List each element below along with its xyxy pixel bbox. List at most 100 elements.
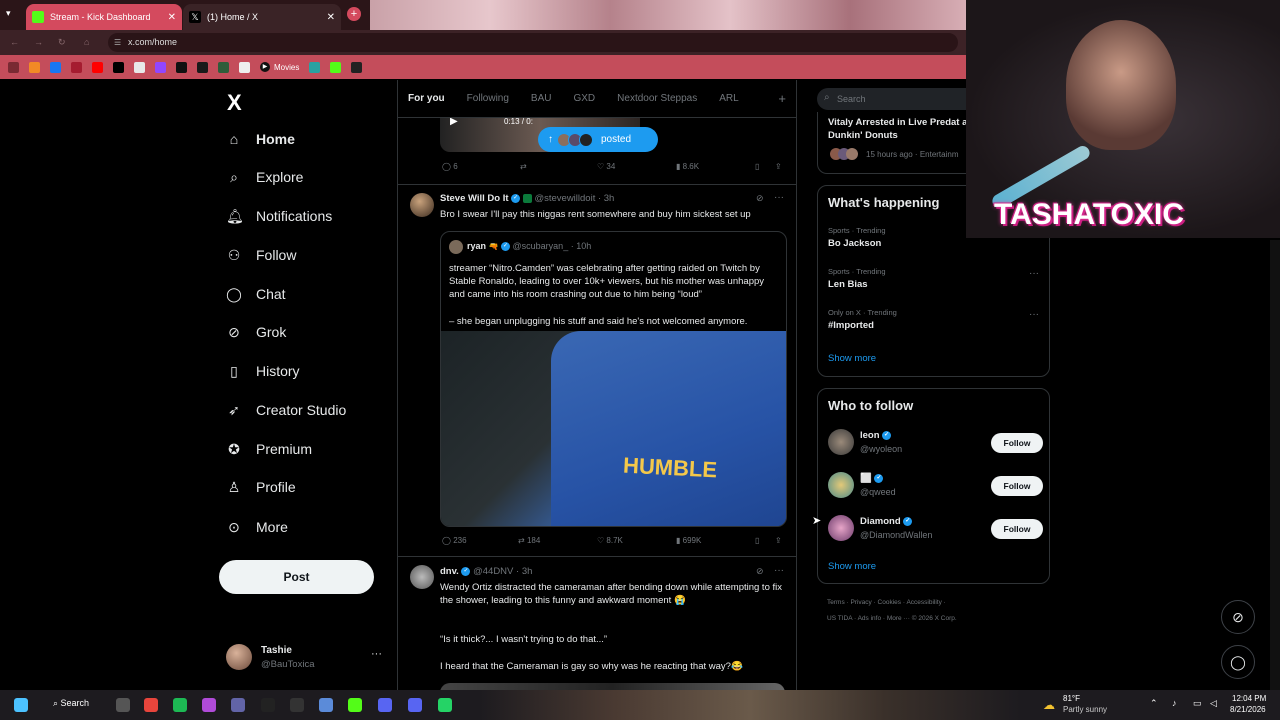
back-icon[interactable]: ← — [10, 37, 19, 47]
footer-links[interactable]: US TIDA · Ads info · More ··· © 2026 X C… — [827, 615, 957, 622]
tab-bau[interactable]: BAU — [531, 93, 552, 104]
follow-suggestion[interactable]: leon ✓ @wyoleon Follow — [828, 427, 1043, 457]
views-button[interactable]: ▮ 8.6K — [676, 162, 699, 171]
more-dots-icon[interactable]: ··· — [1029, 268, 1039, 279]
post[interactable]: dnv. ✓ @44DNV · 3h ⊘ ··· Wendy Ortiz dis… — [398, 557, 796, 690]
nav-explore[interactable]: ⌕ Explore — [226, 163, 303, 191]
new-tab-button[interactable]: + — [347, 7, 361, 21]
share-icon[interactable]: ⇪ — [775, 162, 782, 171]
windows-start-icon[interactable] — [14, 698, 28, 712]
volume-icon[interactable]: ◁ — [1210, 698, 1217, 709]
search-input[interactable]: ⌕ Search — [817, 88, 987, 110]
share-icon[interactable]: ⇪ — [775, 536, 782, 545]
clock-date[interactable]: 8/21/2026 — [1230, 705, 1266, 714]
account-switcher[interactable]: Tashie @BauToxica ··· — [226, 642, 391, 676]
tab-gxd[interactable]: GXD — [573, 93, 595, 104]
like-button[interactable]: ♡ 34 — [597, 162, 615, 171]
tab-for-you[interactable]: For you — [408, 93, 445, 104]
reply-button[interactable]: ◯ 236 — [442, 536, 467, 545]
nav-home[interactable]: ⌂ Home — [226, 125, 295, 153]
author-handle[interactable]: @44DNV — [473, 566, 513, 577]
facebook-icon[interactable] — [50, 61, 61, 73]
repost-button[interactable]: ⇄ 184 — [518, 536, 540, 545]
grok-icon[interactable]: ⊘ — [756, 193, 764, 204]
follow-suggestion[interactable]: Diamond ✓ @DiamondWallen Follow — [828, 513, 1043, 543]
author-handle[interactable]: @stevewilldoit — [534, 193, 595, 204]
bookmark-icon[interactable] — [351, 61, 363, 73]
post-button[interactable]: Post — [219, 560, 374, 594]
quoted-post[interactable]: ryan 🔫 ✓ @scubaryan_ · 10h streamer “Nit… — [440, 231, 787, 527]
author-name[interactable]: Steve Will Do It — [440, 193, 509, 204]
nav-chat[interactable]: ◯ Chat — [226, 280, 285, 308]
close-icon[interactable]: ✕ — [327, 12, 335, 23]
scrollbar[interactable] — [1270, 240, 1280, 690]
tab-kick-dashboard[interactable]: Stream - Kick Dashboard ✕ — [26, 4, 182, 30]
quote-media[interactable]: HUMBLE — [441, 331, 786, 526]
author-name[interactable]: dnv. — [440, 566, 459, 577]
show-more-link[interactable]: Show more — [828, 353, 876, 364]
bookmark-icon[interactable]: ▯ — [755, 536, 759, 545]
nav-premium[interactable]: ✪ Premium — [226, 435, 312, 463]
follow-button[interactable]: Follow — [991, 519, 1043, 539]
grok-icon[interactable]: ⊘ — [756, 566, 764, 577]
reload-icon[interactable]: ↻ — [58, 37, 66, 48]
tab-following[interactable]: Following — [467, 93, 509, 104]
trend-item[interactable]: Only on X · Trending #Imported — [828, 308, 1038, 331]
notepad-icon[interactable] — [319, 698, 333, 712]
task-view-icon[interactable] — [116, 698, 130, 712]
bookmark-icon[interactable] — [218, 61, 229, 73]
clock-time[interactable]: 12:04 PM — [1232, 694, 1266, 703]
follow-button[interactable]: Follow — [991, 433, 1043, 453]
avatar[interactable] — [410, 193, 434, 217]
whatsapp-icon[interactable] — [438, 698, 452, 712]
taskbar-search[interactable]: ⌕ Search — [53, 698, 89, 709]
home-icon[interactable]: ⌂ — [84, 37, 89, 47]
kick-icon[interactable] — [113, 61, 124, 73]
bookmark-icon[interactable] — [71, 61, 82, 73]
more-dots-icon[interactable]: ··· — [1029, 309, 1039, 320]
grok-button[interactable]: ⊘ — [1221, 600, 1255, 634]
bookmark-icon[interactable] — [330, 61, 342, 73]
site-info-icon[interactable]: ☰ — [114, 33, 121, 52]
nav-history[interactable]: ▯ History — [226, 357, 299, 385]
close-icon[interactable]: ✕ — [168, 12, 176, 23]
x-logo-icon[interactable]: X — [227, 90, 242, 116]
spotify-icon[interactable] — [173, 698, 187, 712]
views-button[interactable]: ▮ 699K — [676, 536, 701, 545]
app-icon[interactable] — [202, 698, 216, 712]
tab-arl[interactable]: ARL — [719, 93, 738, 104]
obs-icon[interactable] — [261, 698, 275, 712]
app-icon[interactable] — [290, 698, 304, 712]
discord-icon[interactable] — [378, 698, 392, 712]
more-dots-icon[interactable]: ··· — [774, 565, 784, 576]
bookmark-movies[interactable]: ▶ Movies — [260, 62, 299, 72]
new-posts-pill[interactable]: ↑ posted — [538, 127, 658, 152]
more-dots-icon[interactable]: ··· — [774, 192, 784, 203]
like-button[interactable]: ♡ 8.7K — [597, 536, 623, 545]
chevron-up-icon[interactable]: ⌃ — [1150, 698, 1158, 709]
bookmark-icon[interactable] — [239, 61, 250, 73]
footer-links[interactable]: Terms · Privacy · Cookies · Accessibilit… — [827, 599, 946, 606]
nav-follow[interactable]: ⚇ Follow — [226, 241, 297, 269]
bookmark-icon[interactable]: ▯ — [755, 162, 759, 171]
tab-nextdoor-steppas[interactable]: Nextdoor Steppas — [617, 93, 697, 104]
youtube-icon[interactable] — [92, 61, 103, 73]
url-input[interactable]: ☰ x.com/home — [108, 33, 958, 52]
show-more-link[interactable]: Show more — [828, 561, 876, 572]
bookmark-icon[interactable] — [309, 61, 321, 73]
app-icon[interactable] — [231, 698, 245, 712]
nav-more[interactable]: ⊙ More — [226, 513, 288, 541]
nav-profile[interactable]: ♙ Profile — [226, 473, 296, 501]
follow-button[interactable]: Follow — [991, 476, 1043, 496]
follow-suggestion[interactable]: ⬜ ✓ @qweed Follow — [828, 470, 1043, 500]
avatar[interactable] — [410, 565, 434, 589]
post[interactable]: Steve Will Do It ✓ @stevewilldoit · 3h ⊘… — [398, 185, 796, 557]
chrome-icon[interactable] — [144, 698, 158, 712]
x-icon[interactable] — [176, 61, 187, 73]
bookmark-icon[interactable] — [134, 61, 145, 73]
bookmark-icon[interactable] — [29, 61, 40, 73]
post-media[interactable] — [440, 683, 785, 690]
messages-button[interactable]: ◯ — [1221, 645, 1255, 679]
reply-button[interactable]: ◯ 6 — [442, 162, 458, 171]
add-tab-icon[interactable]: + — [778, 91, 786, 106]
